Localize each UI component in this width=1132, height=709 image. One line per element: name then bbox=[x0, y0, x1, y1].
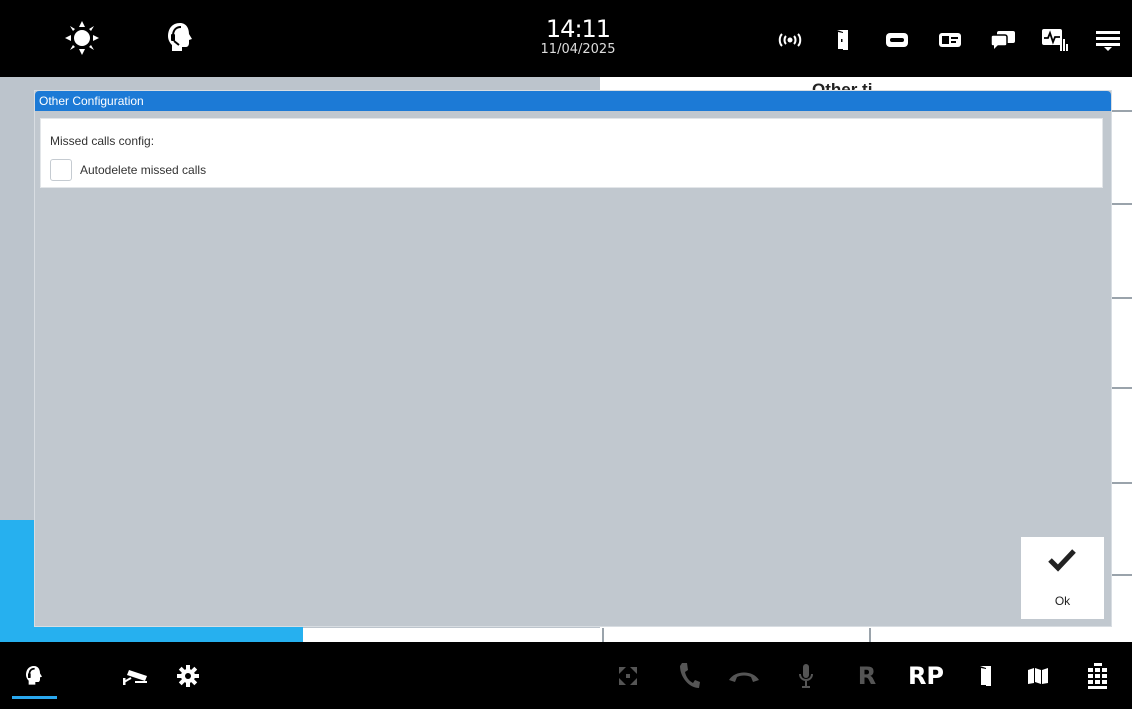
top-status-bar: 14:11 11/04/2025 bbox=[0, 0, 1132, 77]
ok-button[interactable]: Ok bbox=[1021, 537, 1104, 619]
divider bbox=[1110, 110, 1132, 112]
operator-headset-icon[interactable] bbox=[20, 662, 48, 690]
clock-date: 11/04/2025 bbox=[540, 42, 616, 57]
autodelete-checkbox[interactable] bbox=[50, 159, 72, 181]
menu-icon[interactable] bbox=[1094, 28, 1122, 52]
rp-button[interactable]: RP bbox=[905, 662, 947, 690]
hang-up-icon[interactable] bbox=[726, 662, 762, 690]
fullscreen-icon[interactable] bbox=[616, 662, 640, 690]
ok-label: Ok bbox=[1054, 594, 1071, 608]
autodelete-option[interactable]: Autodelete missed calls bbox=[50, 159, 206, 181]
bottom-toolbar: R RP bbox=[0, 642, 1132, 709]
operator-headset-icon[interactable] bbox=[160, 18, 200, 58]
map-icon[interactable] bbox=[1026, 662, 1050, 690]
brightness-icon[interactable] bbox=[62, 18, 102, 58]
divider bbox=[1110, 297, 1132, 299]
contact-card-icon[interactable] bbox=[937, 28, 963, 52]
voicemail-icon[interactable] bbox=[884, 28, 910, 52]
active-tab-indicator bbox=[12, 696, 57, 699]
dialog-title: Other Configuration bbox=[35, 91, 1111, 111]
clock-time: 14:11 bbox=[545, 15, 611, 43]
chat-icon[interactable] bbox=[990, 28, 1016, 52]
door-icon[interactable] bbox=[975, 662, 995, 690]
security-camera-icon[interactable] bbox=[120, 662, 152, 690]
autodelete-label: Autodelete missed calls bbox=[80, 163, 207, 177]
radio-signal-icon[interactable] bbox=[776, 28, 804, 52]
keypad-icon[interactable] bbox=[1086, 662, 1110, 690]
recall-button[interactable]: R bbox=[856, 662, 878, 690]
divider bbox=[1110, 387, 1132, 389]
divider bbox=[602, 628, 604, 642]
phone-call-icon[interactable] bbox=[676, 662, 702, 690]
other-configuration-dialog: Other Configuration Missed calls config:… bbox=[34, 90, 1112, 627]
background-footer-strip bbox=[303, 628, 1132, 642]
divider bbox=[1110, 574, 1132, 576]
divider bbox=[1110, 203, 1132, 205]
settings-gear-icon[interactable] bbox=[175, 662, 201, 690]
clock: 14:11 11/04/2025 bbox=[508, 16, 648, 58]
monitor-chart-icon[interactable] bbox=[1040, 28, 1070, 52]
door-icon[interactable] bbox=[833, 28, 851, 52]
checkmark-icon bbox=[1047, 547, 1077, 578]
divider bbox=[1110, 482, 1132, 484]
microphone-icon[interactable] bbox=[796, 662, 816, 690]
divider bbox=[869, 628, 871, 642]
section-label: Missed calls config: bbox=[50, 134, 155, 148]
missed-calls-panel: Missed calls config: Autodelete missed c… bbox=[40, 118, 1103, 188]
